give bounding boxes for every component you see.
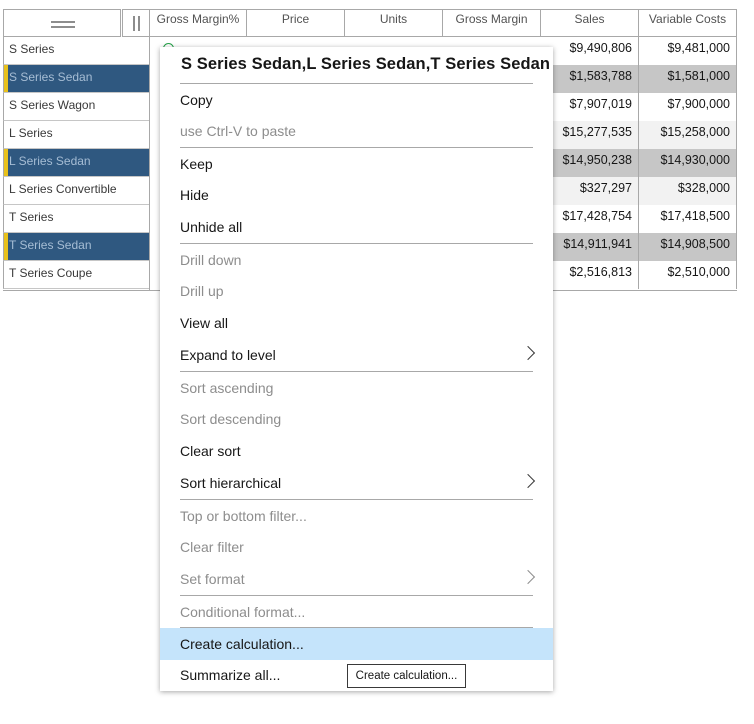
variable-costs-cell[interactable]: $17,418,500 xyxy=(639,205,737,233)
menu-item-label: Drill up xyxy=(180,283,224,299)
menu-item-sort-descending[interactable]: Sort descending xyxy=(160,403,553,435)
menu-item-clear-sort[interactable]: Clear sort xyxy=(160,435,553,467)
menu-item-label: Drill down xyxy=(180,252,242,268)
variable-costs-cell[interactable]: $14,930,000 xyxy=(639,149,737,177)
sales-cell[interactable]: $7,907,019 xyxy=(541,93,639,121)
row-header[interactable]: S Series Sedan xyxy=(3,65,149,93)
menu-item-copy[interactable]: Copy xyxy=(160,84,553,116)
sales-cell[interactable]: $17,428,754 xyxy=(541,205,639,233)
menu-item-create-calculation[interactable]: Create calculation... xyxy=(160,628,553,660)
variable-costs-cell[interactable]: $7,900,000 xyxy=(639,93,737,121)
column-header-variable-costs[interactable]: Variable Costs xyxy=(639,9,737,37)
sales-cell[interactable]: $15,277,535 xyxy=(541,121,639,149)
variable-costs-cell[interactable]: $14,908,500 xyxy=(639,233,737,261)
menu-item-label: Set format xyxy=(180,571,245,587)
menu-item-expand-to-level[interactable]: Expand to level xyxy=(160,339,553,371)
variable-costs-cell[interactable]: $9,481,000 xyxy=(639,37,737,65)
menu-item-label: Conditional format... xyxy=(180,604,306,620)
menu-item-label: View all xyxy=(180,315,228,331)
row-header-label: S Series Wagon xyxy=(9,98,96,112)
menu-item-label: Sort descending xyxy=(180,411,282,427)
row-header-label: S Series xyxy=(9,42,55,56)
menu-item-label: Clear sort xyxy=(180,443,241,459)
context-menu: S Series Sedan,L Series Sedan,T Series S… xyxy=(160,47,553,691)
sales-cell[interactable]: $327,297 xyxy=(541,177,639,205)
sales-cell[interactable]: $2,516,813 xyxy=(541,261,639,289)
drag-handle-icon xyxy=(51,21,75,28)
variable-costs-cell[interactable]: $2,510,000 xyxy=(639,261,737,289)
sales-cell[interactable]: $1,583,788 xyxy=(541,65,639,93)
menu-item-set-format[interactable]: Set format xyxy=(160,563,553,595)
column-header-sales[interactable]: Sales xyxy=(541,9,639,37)
tooltip: Create calculation... xyxy=(347,664,466,688)
chevron-right-icon xyxy=(520,473,536,489)
row-header[interactable]: T Series Sedan xyxy=(3,233,149,261)
menu-item-clear-filter[interactable]: Clear filter xyxy=(160,531,553,563)
column-header-gross-margin[interactable]: Gross Margin xyxy=(443,9,541,37)
variable-costs-cell[interactable]: $328,000 xyxy=(639,177,737,205)
row-header-label: L Series Sedan xyxy=(9,154,91,168)
row-header-label: T Series Coupe xyxy=(9,266,93,280)
variable-costs-cell[interactable]: $1,581,000 xyxy=(639,65,737,93)
menu-item-label: Copy xyxy=(180,92,213,108)
pause-icon xyxy=(138,16,140,31)
corner-drag-handle[interactable] xyxy=(3,9,121,37)
pause-icon xyxy=(133,16,135,31)
row-header[interactable]: T Series xyxy=(3,205,149,233)
menu-item-conditional-format[interactable]: Conditional format... xyxy=(160,596,553,628)
menu-item-label: Clear filter xyxy=(180,539,244,555)
row-header[interactable]: L Series Convertible xyxy=(3,177,149,205)
menu-item-label: Sort ascending xyxy=(180,380,274,396)
row-header-label: L Series Convertible xyxy=(9,182,117,196)
sales-cell[interactable]: $9,490,806 xyxy=(541,37,639,65)
row-header-label: T Series xyxy=(9,210,54,224)
pause-column-resize[interactable] xyxy=(122,9,150,37)
row-header-label: S Series Sedan xyxy=(9,70,93,84)
menu-item-view-all[interactable]: View all xyxy=(160,307,553,339)
row-header-label: L Series xyxy=(9,126,53,140)
menu-item-label: Summarize all... xyxy=(180,667,281,683)
menu-item-label: use Ctrl-V to paste xyxy=(180,123,296,139)
menu-item-top-bottom-filter[interactable]: Top or bottom filter... xyxy=(160,500,553,532)
menu-title: S Series Sedan,L Series Sedan,T Series S… xyxy=(181,55,551,73)
menu-item-label: Keep xyxy=(180,156,213,172)
sales-cell[interactable]: $14,911,941 xyxy=(541,233,639,261)
menu-item-label: Create calculation... xyxy=(180,636,304,652)
menu-item-drill-down[interactable]: Drill down xyxy=(160,244,553,276)
row-header[interactable]: L Series Sedan xyxy=(3,149,149,177)
menu-item-label: Expand to level xyxy=(180,347,276,363)
menu-item-label: Unhide all xyxy=(180,219,243,235)
sales-cell[interactable]: $14,950,238 xyxy=(541,149,639,177)
row-header-label: T Series Sedan xyxy=(9,238,92,252)
menu-item-hide[interactable]: Hide xyxy=(160,179,553,211)
menu-item-drill-up[interactable]: Drill up xyxy=(160,275,553,307)
menu-item-sort-hierarchical[interactable]: Sort hierarchical xyxy=(160,467,553,499)
menu-item-label: Hide xyxy=(180,187,209,203)
chevron-right-icon xyxy=(520,345,536,361)
column-header-gross-margin-pct[interactable]: Gross Margin% xyxy=(150,9,247,37)
row-header[interactable]: S Series Wagon xyxy=(3,93,149,121)
row-header[interactable]: L Series xyxy=(3,121,149,149)
menu-item-paste-hint[interactable]: use Ctrl-V to paste xyxy=(160,115,553,147)
column-header-units[interactable]: Units xyxy=(345,9,443,37)
row-header-divider xyxy=(149,37,150,291)
variable-costs-cell[interactable]: $15,258,000 xyxy=(639,121,737,149)
column-header-price[interactable]: Price xyxy=(247,9,345,37)
menu-item-label: Sort hierarchical xyxy=(180,475,282,491)
row-header[interactable]: T Series Coupe xyxy=(3,261,149,289)
chevron-right-icon xyxy=(520,569,536,585)
menu-item-sort-ascending[interactable]: Sort ascending xyxy=(160,372,553,404)
row-header[interactable]: S Series xyxy=(3,37,149,65)
menu-item-unhide-all[interactable]: Unhide all xyxy=(160,211,553,243)
menu-item-keep[interactable]: Keep xyxy=(160,148,553,180)
menu-item-label: Top or bottom filter... xyxy=(180,508,307,524)
